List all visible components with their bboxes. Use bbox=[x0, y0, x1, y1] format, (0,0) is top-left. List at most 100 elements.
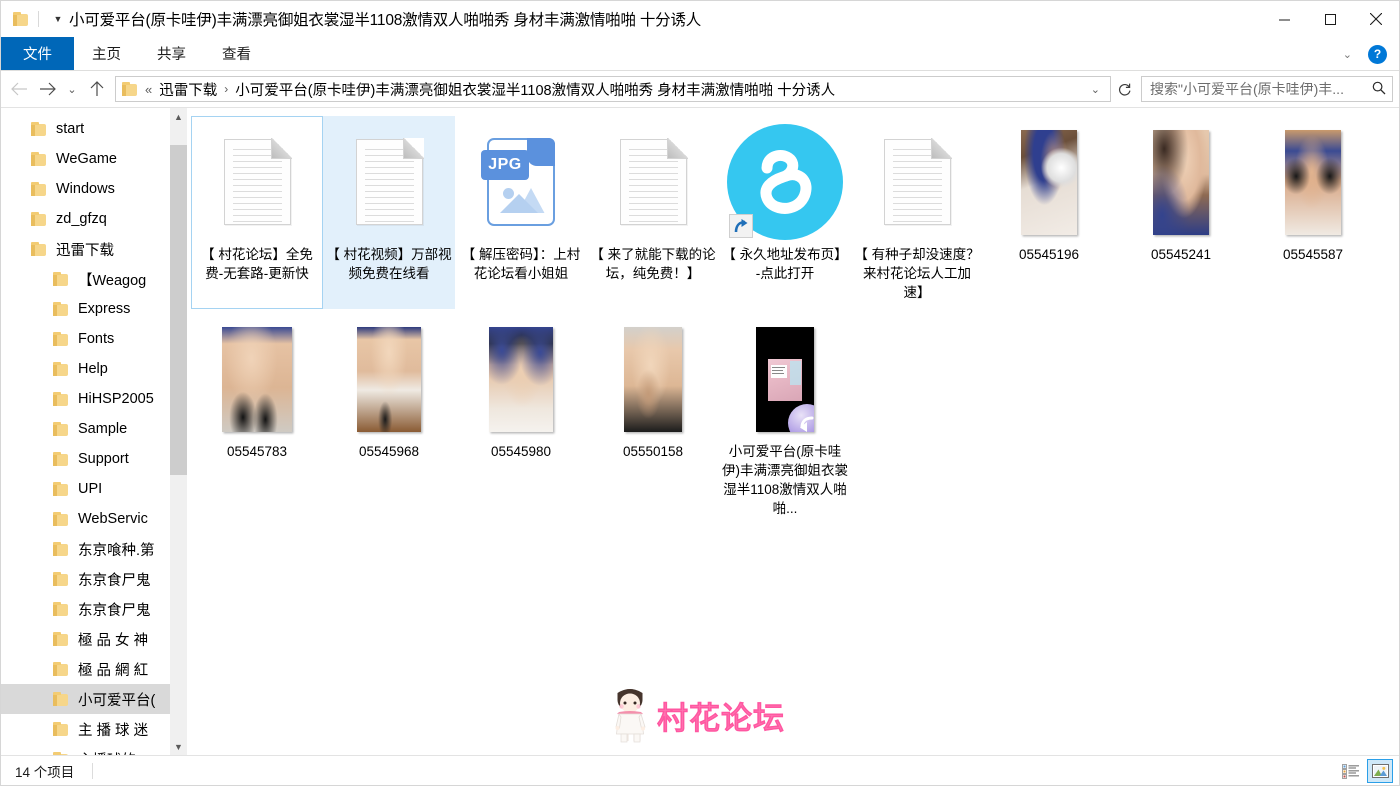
file-item[interactable]: 【 村花论坛】全免费-无套路-更新快 bbox=[191, 116, 323, 309]
scroll-down-chevron-down-icon[interactable]: ▼ bbox=[170, 738, 187, 755]
sidebar-item-16[interactable]: 东京食尸鬼 bbox=[1, 594, 187, 624]
address-path-field[interactable]: « 迅雷下载 › 小可爱平台(原卡哇伊)丰满漂亮御姐衣裳湿半1108激情双人啪啪… bbox=[115, 76, 1111, 102]
file-item[interactable]: 【 来了就能下载的论坛，纯免费！】 bbox=[587, 116, 719, 309]
file-item[interactable]: 05545587 bbox=[1247, 116, 1379, 309]
watermark-text: 村花论坛 bbox=[657, 700, 785, 737]
refresh-icon[interactable] bbox=[1111, 76, 1137, 102]
breadcrumb-item-1[interactable]: 小可爱平台(原卡哇伊)丰满漂亮御姐衣裳湿半1108激情双人啪啪秀 身材丰满激情啪… bbox=[233, 79, 837, 100]
file-item[interactable]: 05545196 bbox=[983, 116, 1115, 309]
sidebar-item-label: WebServic bbox=[78, 511, 148, 527]
details-view-icon[interactable] bbox=[1338, 759, 1364, 783]
breadcrumb-separator[interactable]: › bbox=[219, 82, 233, 96]
folder-icon bbox=[31, 152, 47, 166]
file-thumbnail bbox=[721, 318, 849, 440]
help-icon[interactable]: ? bbox=[1368, 44, 1387, 64]
window-controls bbox=[1261, 1, 1399, 37]
sidebar-item-0[interactable]: start bbox=[1, 114, 187, 144]
file-item[interactable]: 【 有种子却没速度？来村花论坛人工加速】 bbox=[851, 116, 983, 309]
sidebar-item-19[interactable]: 小可爱平台( bbox=[1, 684, 187, 714]
breadcrumb-item-0[interactable]: 迅雷下载 bbox=[157, 79, 219, 100]
tab-share[interactable]: 共享 bbox=[139, 37, 204, 70]
search-icon[interactable] bbox=[1372, 81, 1386, 98]
scroll-up-chevron-up-icon[interactable]: ▲ bbox=[170, 108, 187, 125]
large-icons-view-icon[interactable] bbox=[1367, 759, 1393, 783]
sidebar-item-3[interactable]: zd_gfzq bbox=[1, 204, 187, 234]
sidebar-item-20[interactable]: 主 播 球 迷 bbox=[1, 714, 187, 744]
file-item[interactable]: 【 村花视频】万部视频免费在线看 bbox=[323, 116, 455, 309]
sidebar-item-label: 东京食尸鬼 bbox=[78, 602, 151, 619]
photo-thumbnail bbox=[489, 326, 553, 432]
sidebar-item-21[interactable]: 主播球的 bbox=[1, 744, 187, 755]
sidebar-item-12[interactable]: UPI bbox=[1, 474, 187, 504]
sidebar-item-2[interactable]: Windows bbox=[1, 174, 187, 204]
chevron-down-icon[interactable]: ▼ bbox=[48, 9, 68, 29]
folder-icon bbox=[53, 722, 69, 736]
folder-icon bbox=[53, 692, 69, 706]
forward-button[interactable] bbox=[33, 74, 61, 104]
sidebar-item-15[interactable]: 东京食尸鬼 bbox=[1, 564, 187, 594]
maximize-button[interactable] bbox=[1307, 1, 1353, 37]
up-button[interactable] bbox=[83, 74, 111, 104]
item-count: 14 个项目 bbox=[15, 764, 75, 780]
close-button[interactable] bbox=[1353, 1, 1399, 37]
file-list-pane[interactable]: 【 村花论坛】全免费-无套路-更新快 【 村花视频】万部视频免费在线看 JPG … bbox=[187, 108, 1399, 755]
sidebar-item-label: 东京喰种.第 bbox=[78, 542, 155, 559]
folder-icon bbox=[31, 212, 47, 226]
file-item[interactable]: 05545783 bbox=[191, 313, 323, 525]
file-item[interactable]: JPG 【 解压密码】：上村花论坛看小姐姐 bbox=[455, 116, 587, 309]
document-icon bbox=[355, 138, 424, 225]
folder-icon[interactable] bbox=[13, 12, 29, 26]
search-input[interactable]: 搜索"小可爱平台(原卡哇伊)丰... bbox=[1141, 76, 1393, 102]
tab-file[interactable]: 文件 bbox=[1, 37, 74, 70]
file-item[interactable]: 05545980 bbox=[455, 313, 587, 525]
file-grid: 【 村花论坛】全免费-无套路-更新快 【 村花视频】万部视频免费在线看 JPG … bbox=[191, 116, 1399, 529]
file-item[interactable]: 05545968 bbox=[323, 313, 455, 525]
sidebar-item-14[interactable]: 东京喰种.第 bbox=[1, 534, 187, 564]
file-thumbnail bbox=[1249, 121, 1377, 243]
recent-locations-chevron-down-icon[interactable]: ⌄ bbox=[61, 74, 83, 104]
sidebar-item-9[interactable]: HiHSP2005 bbox=[1, 384, 187, 414]
sidebar-item-13[interactable]: WebServic bbox=[1, 504, 187, 534]
address-chevron-down-icon[interactable]: ⌄ bbox=[1083, 83, 1108, 96]
sidebar-item-label: 小可爱平台( bbox=[78, 692, 156, 709]
sidebar-item-11[interactable]: Support bbox=[1, 444, 187, 474]
sidebar-item-4[interactable]: 迅雷下载 bbox=[1, 234, 187, 264]
sidebar-item-7[interactable]: Fonts bbox=[1, 324, 187, 354]
file-item[interactable]: 05550158 bbox=[587, 313, 719, 525]
back-button[interactable] bbox=[5, 74, 33, 104]
tab-view[interactable]: 查看 bbox=[204, 37, 269, 70]
sidebar-item-1[interactable]: WeGame bbox=[1, 144, 187, 174]
photo-thumbnail bbox=[222, 326, 292, 432]
file-item[interactable]: 05545241 bbox=[1115, 116, 1247, 309]
scrollbar-thumb[interactable] bbox=[170, 145, 187, 475]
scrollbar-track[interactable] bbox=[170, 125, 187, 738]
expand-ribbon-chevron-down-icon[interactable]: ⌄ bbox=[1337, 48, 1358, 61]
divider bbox=[92, 762, 94, 779]
sidebar-scrollbar[interactable]: ▲ ▼ bbox=[170, 108, 187, 755]
file-name-label: 05550158 bbox=[622, 444, 684, 459]
photo-thumbnail bbox=[624, 326, 682, 432]
sidebar-item-6[interactable]: Express bbox=[1, 294, 187, 324]
file-item[interactable]: 【 永久地址发布页】-点此打开 bbox=[719, 116, 851, 309]
photo-thumbnail bbox=[1285, 129, 1341, 235]
file-thumbnail bbox=[1117, 121, 1245, 243]
sidebar-item-label: start bbox=[56, 121, 85, 137]
sidebar-item-17[interactable]: 極 品 女 神 bbox=[1, 624, 187, 654]
tab-home[interactable]: 主页 bbox=[74, 37, 139, 70]
explorer-body: start WeGame Windows zd_gfzq 迅雷下载 【Weago… bbox=[1, 107, 1399, 755]
title-bar: ▼ 小可爱平台(原卡哇伊)丰满漂亮御姐衣裳湿半1108激情双人啪啪秀 身材丰满激… bbox=[1, 1, 1399, 37]
sidebar-item-10[interactable]: Sample bbox=[1, 414, 187, 444]
file-name-label: 05545980 bbox=[490, 444, 552, 459]
folder-icon bbox=[53, 302, 69, 316]
sidebar-item-5[interactable]: 【Weagog bbox=[1, 264, 187, 294]
sidebar-item-18[interactable]: 極 品 網 紅 bbox=[1, 654, 187, 684]
document-icon bbox=[883, 138, 952, 225]
sidebar-item-8[interactable]: Help bbox=[1, 354, 187, 384]
sidebar-item-label: WeGame bbox=[56, 151, 117, 167]
file-name-label: 05545968 bbox=[358, 444, 420, 459]
breadcrumb-overflow[interactable]: « bbox=[143, 82, 157, 97]
file-item[interactable]: 小可爱平台(原卡哇伊)丰满漂亮御姐衣裳湿半1108激情双人啪啪... bbox=[719, 313, 851, 525]
minimize-button[interactable] bbox=[1261, 1, 1307, 37]
folder-icon bbox=[53, 272, 69, 286]
sidebar-item-label: 【Weagog bbox=[78, 272, 147, 289]
